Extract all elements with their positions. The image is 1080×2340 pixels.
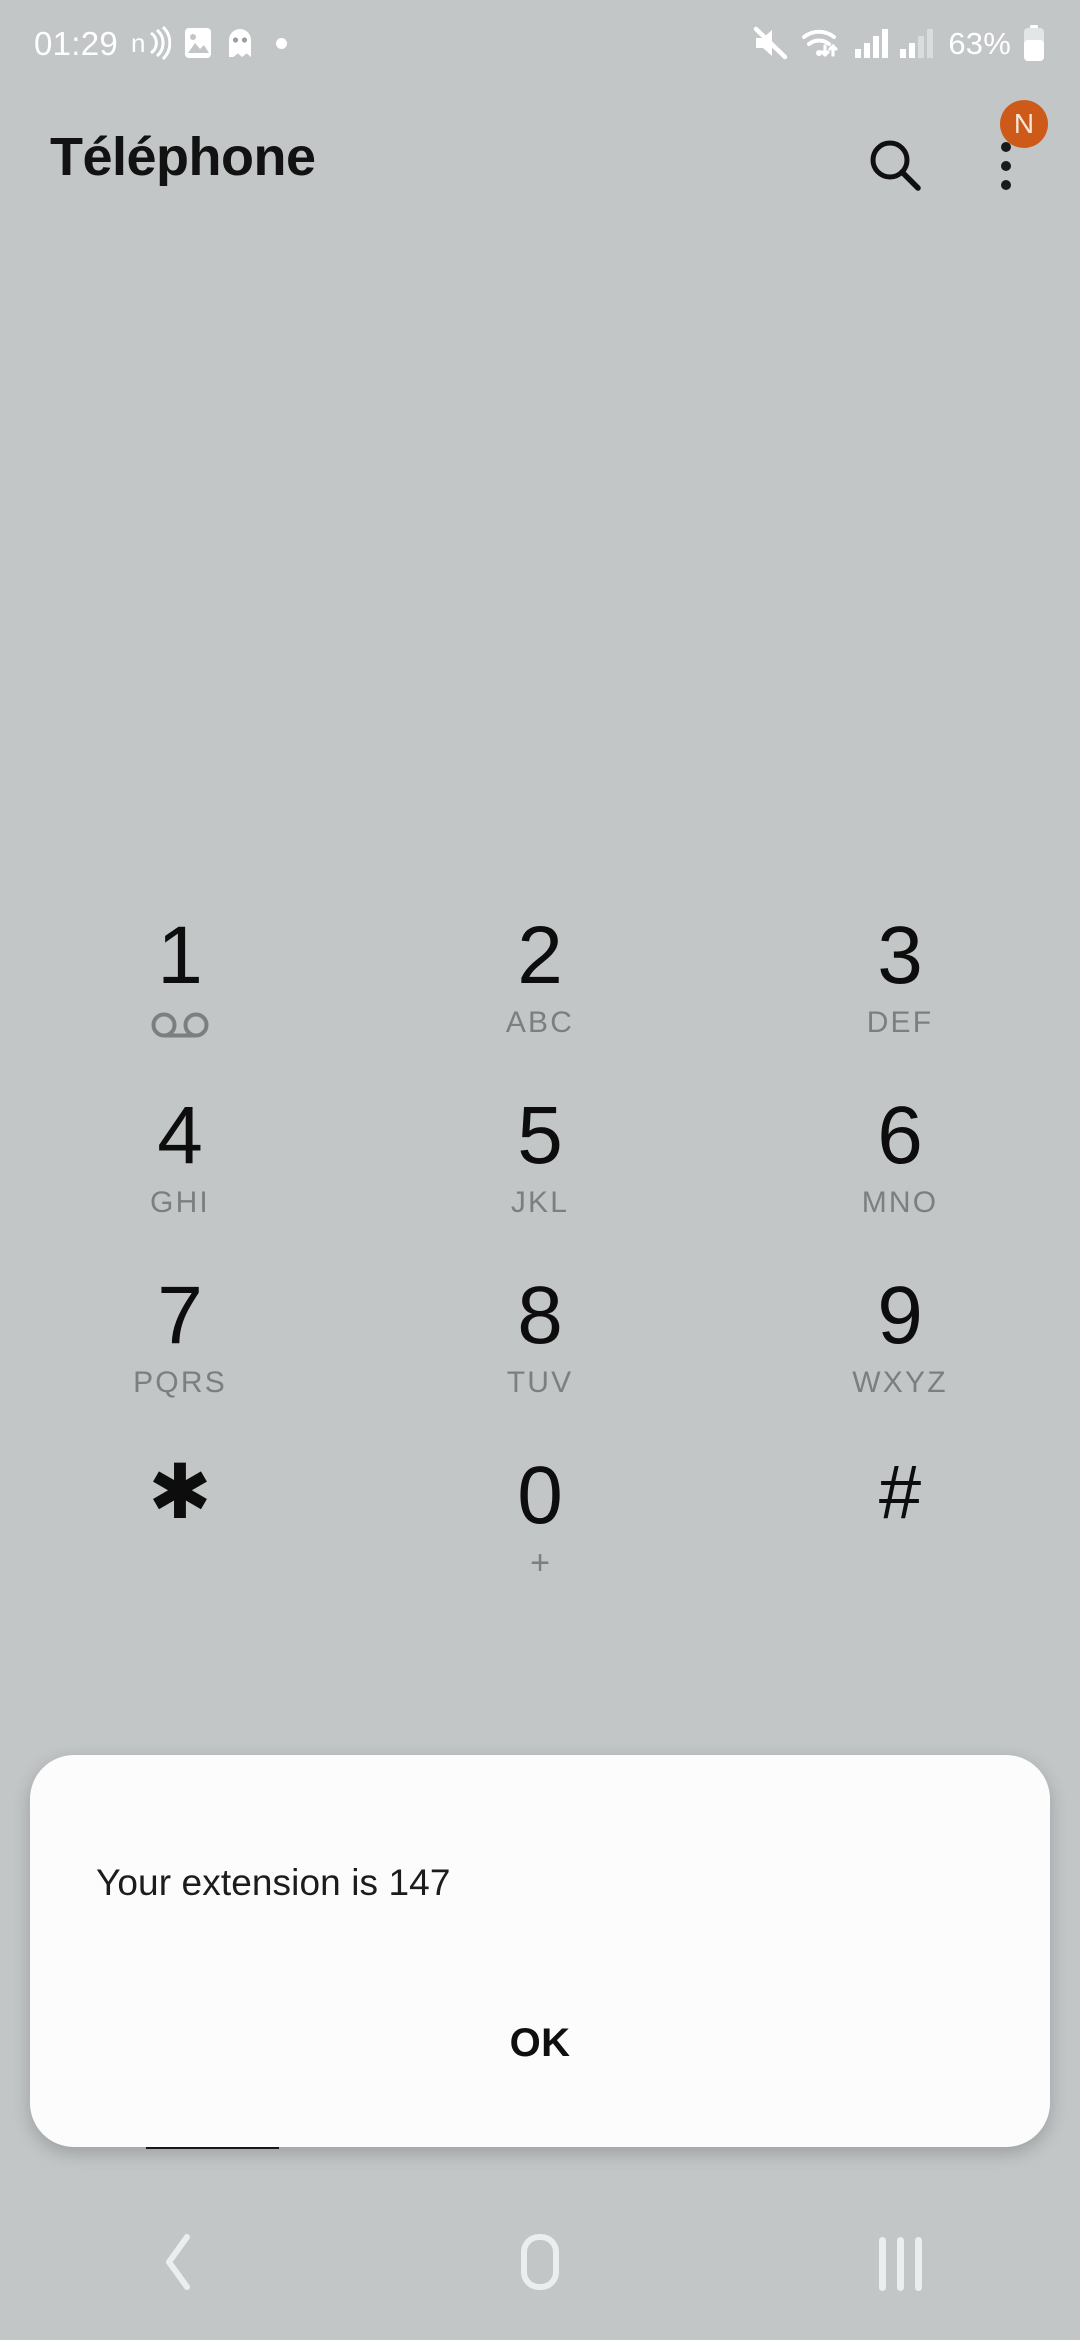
recents-icon	[878, 2237, 922, 2291]
dialog-button-bar: OK	[30, 2013, 1050, 2073]
extension-dialog: Your extension is 147 OK	[30, 1755, 1050, 2147]
home-icon	[514, 2232, 566, 2297]
home-button[interactable]	[360, 2188, 720, 2340]
ok-button[interactable]: OK	[450, 2013, 631, 2073]
back-icon	[160, 2232, 200, 2297]
navigation-bar	[0, 2188, 1080, 2340]
back-button[interactable]	[0, 2188, 360, 2340]
recents-button[interactable]	[720, 2188, 1080, 2340]
dialog-message: Your extension is 147	[96, 1862, 451, 1903]
